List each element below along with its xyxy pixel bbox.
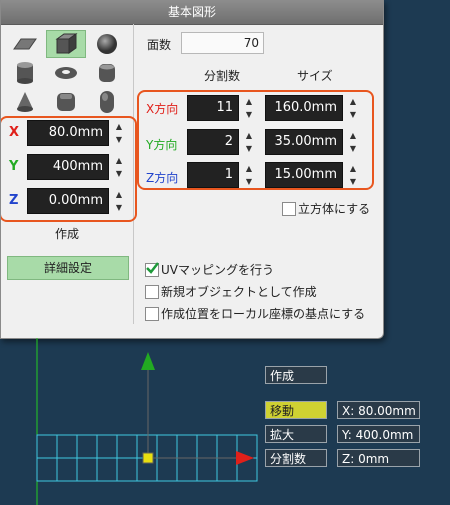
new-object-label: 新規オブジェクトとして作成 — [161, 285, 317, 299]
directions-highlight — [137, 90, 374, 190]
position-highlight — [1, 116, 137, 222]
plane-icon[interactable] — [5, 30, 45, 58]
cone-icon[interactable] — [5, 88, 45, 116]
check-icon — [146, 262, 159, 274]
cube-checkbox-label: 立方体にする — [298, 202, 371, 216]
detail-settings-button[interactable]: 詳細設定 — [7, 256, 129, 280]
create-button[interactable]: 作成 — [5, 222, 129, 246]
new-object-checkbox[interactable] — [145, 285, 159, 299]
scale-button[interactable]: 拡大 — [265, 425, 327, 443]
x-gizmo-arrow[interactable] — [236, 451, 254, 465]
divide-button[interactable]: 分割数 — [265, 449, 327, 467]
local-origin-checkbox[interactable] — [145, 307, 159, 321]
uv-mapping-label: UVマッピングを行う — [161, 263, 274, 277]
faces-label: 面数 — [147, 38, 172, 52]
coord-z-readout: Z: 0mm — [337, 449, 420, 467]
uv-mapping-checkbox[interactable] — [145, 262, 159, 277]
viewport-create-button[interactable]: 作成 — [265, 366, 327, 384]
cube-checkbox[interactable] — [282, 202, 296, 216]
cube-icon[interactable] — [46, 30, 86, 58]
primitive-dialog: 基本図形 X 80.0mm ▲ ▼ Y 400mm ▲ ▼ Z 0.00mm ▲… — [0, 0, 384, 339]
shape-palette — [5, 30, 127, 116]
rounded-cube-icon[interactable] — [46, 88, 86, 116]
rounded-cylinder-icon[interactable] — [87, 59, 127, 87]
torus-icon[interactable] — [46, 59, 86, 87]
move-button[interactable]: 移動 — [265, 401, 327, 419]
dialog-title: 基本図形 — [1, 0, 383, 25]
viewport-canvas[interactable] — [0, 338, 450, 505]
capsule-icon[interactable] — [87, 88, 127, 116]
coord-x-readout: X: 80.00mm — [337, 401, 420, 419]
divisions-header: 分割数 — [204, 69, 241, 83]
center-handle[interactable] — [142, 452, 154, 464]
cylinder-icon[interactable] — [5, 59, 45, 87]
faces-count: 70 — [181, 32, 264, 54]
coord-y-readout: Y: 400.0mm — [337, 425, 420, 443]
sphere-icon[interactable] — [87, 30, 127, 58]
size-header: サイズ — [297, 69, 333, 83]
local-origin-label: 作成位置をローカル座標の基点にする — [161, 307, 366, 321]
y-gizmo-arrow[interactable] — [141, 352, 155, 370]
